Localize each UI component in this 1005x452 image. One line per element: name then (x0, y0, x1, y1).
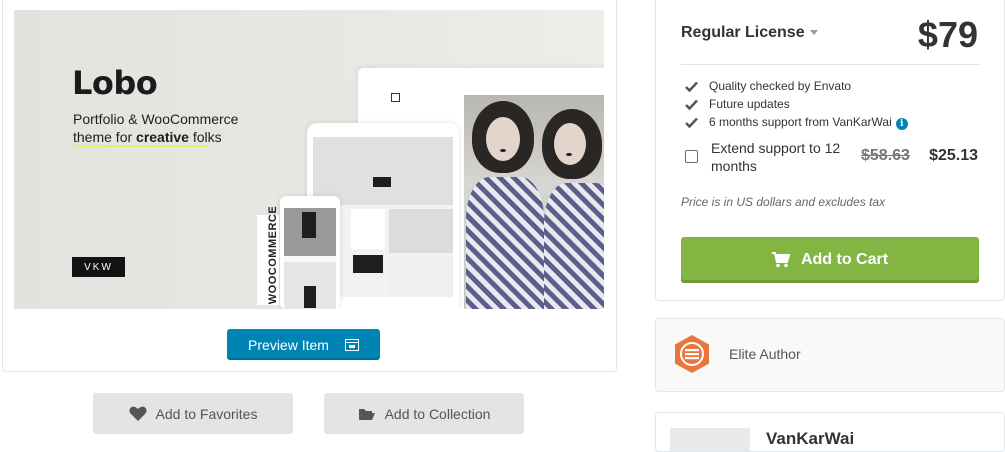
extend-support-label[interactable]: Extend support to 12 months (711, 139, 861, 175)
tax-note: Price is in US dollars and excludes tax (681, 195, 886, 209)
heart-icon (129, 406, 147, 421)
tablet-dark-block (373, 177, 391, 187)
feature-label: Quality checked by Envato (709, 79, 852, 93)
price-divider (681, 64, 979, 65)
dress-shape-2 (544, 183, 604, 309)
hero-subtitle-line1: Portfolio & WooCommerce (73, 111, 239, 127)
cart-icon (771, 252, 790, 268)
hero-underline (73, 145, 207, 147)
face-shape (486, 117, 520, 161)
feature-item: Future updates (685, 97, 790, 111)
feature-item: Quality checked by Envato (685, 79, 851, 93)
info-icon[interactable]: i (895, 118, 908, 130)
lip-shape-2 (566, 153, 572, 156)
feature-label: Future updates (709, 97, 790, 111)
preview-item-label: Preview Item (248, 336, 329, 353)
item-price: $79 (917, 14, 978, 55)
fashion-photo (464, 95, 604, 309)
tablet-grid-cell (389, 209, 453, 253)
lip-shape (500, 149, 506, 152)
phone-screen (284, 208, 336, 309)
checkmark-icon (685, 81, 698, 92)
extend-old-price: $58.63 (861, 147, 910, 164)
dress-shape (466, 177, 544, 309)
woocommerce-text: WOOCOMMERCE (267, 205, 280, 305)
author-name[interactable]: VanKarWai (766, 429, 854, 449)
add-to-collection-label: Add to Collection (384, 405, 491, 422)
feature-label: 6 months support from VanKarWai i (709, 115, 908, 130)
add-to-cart-button[interactable]: Add to Cart (681, 237, 979, 283)
subtitle-prefix: theme for (73, 129, 137, 145)
tablet-grid-cell-2 (389, 257, 453, 297)
author-avatar[interactable] (670, 428, 750, 451)
extend-support-row: Extend support to 12 months $58.63 $25.1… (685, 139, 980, 175)
phone-mockup (280, 196, 340, 309)
extend-support-checkbox[interactable] (685, 150, 698, 163)
phone-figure (302, 212, 316, 238)
license-selector[interactable]: Regular License (681, 24, 818, 42)
phone-figure-2 (304, 286, 316, 308)
tablet-hero-block (313, 137, 453, 205)
subtitle-bold: creative (136, 129, 189, 145)
hero-subtitle-line2: theme for creative folks (73, 128, 238, 146)
woocommerce-label: WOOCOMMERCE (257, 206, 279, 305)
hero-title: Lobo (72, 64, 158, 102)
browser-window-icon (344, 338, 359, 351)
checkmark-icon (685, 117, 698, 128)
add-to-favorites-button[interactable]: Add to Favorites (93, 393, 293, 434)
caret-down-icon (809, 30, 818, 36)
subtitle-suffix: folks (188, 129, 222, 145)
add-to-favorites-label: Add to Favorites (155, 405, 258, 422)
folder-open-icon (358, 408, 375, 420)
tablet-card (351, 209, 385, 249)
add-to-collection-button[interactable]: Add to Collection (324, 393, 524, 434)
author-card: VanKarWai (655, 412, 1005, 452)
elite-author-badge-icon (675, 335, 709, 373)
face-shape-2 (554, 123, 586, 165)
feature-item: 6 months support from VanKarWai i (685, 115, 908, 130)
extend-new-price: $25.13 (929, 147, 978, 164)
item-thumbnail[interactable]: Lobo Portfolio & WooCommerce theme for c… (14, 10, 604, 309)
hero-subtitle: Portfolio & WooCommerce theme for creati… (73, 110, 238, 146)
elite-author-label: Elite Author (729, 346, 801, 362)
preview-item-button[interactable]: Preview Item (227, 329, 380, 360)
checkmark-icon (685, 99, 698, 110)
tablet-dark-item-2 (353, 255, 383, 273)
add-to-cart-label: Add to Cart (800, 251, 889, 268)
site-logo-icon (391, 93, 400, 102)
support-text: 6 months support from VanKarWai (709, 115, 892, 129)
license-label: Regular License (681, 24, 805, 41)
vkw-badge: VKW (72, 257, 125, 277)
